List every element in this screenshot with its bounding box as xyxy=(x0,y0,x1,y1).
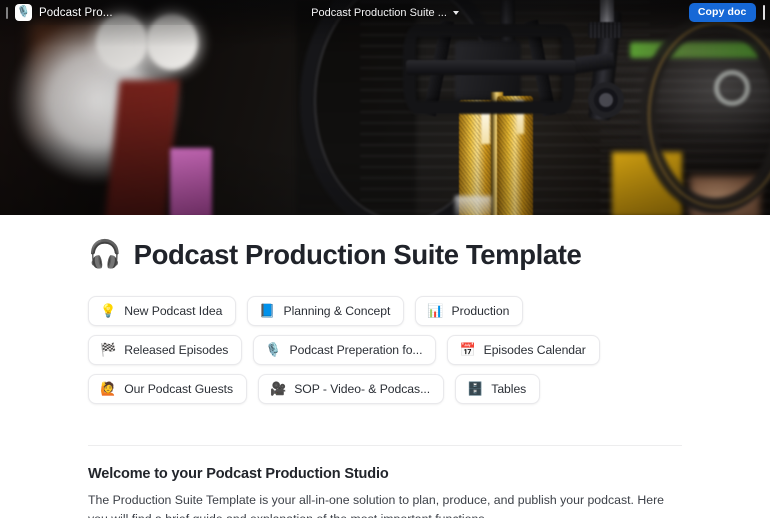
bar-chart-icon: 📊 xyxy=(427,303,444,319)
welcome-heading: Welcome to your Podcast Production Studi… xyxy=(88,465,389,482)
page-link-planning-concept[interactable]: 📘 Planning & Concept xyxy=(247,295,405,326)
document-body: 🎧 Podcast Production Suite Template 💡 Ne… xyxy=(0,215,770,518)
page-link-label: Released Episodes xyxy=(124,342,229,357)
calendar-icon: 📅 xyxy=(459,342,476,358)
page-link-label: New Podcast Idea xyxy=(124,303,223,318)
book-icon: 📘 xyxy=(259,303,276,319)
movie-camera-icon: 🎥 xyxy=(270,381,287,397)
lightbulb-icon: 💡 xyxy=(100,303,117,319)
sidebar-edge-handle[interactable] xyxy=(6,6,8,19)
welcome-paragraph: The Production Suite Template is your al… xyxy=(88,492,665,518)
section-divider xyxy=(88,444,682,446)
page-link-tables[interactable]: 🗄️ Tables xyxy=(455,373,541,404)
page-link-label: Episodes Calendar xyxy=(483,342,586,357)
page-link-label: SOP - Video- & Podcas... xyxy=(294,381,431,396)
page-link-label: Tables xyxy=(491,381,527,396)
app-window: 🎙️ Podcast Pro... Podcast Production Sui… xyxy=(0,0,770,518)
page-title: 🎧 Podcast Production Suite Template xyxy=(88,239,682,271)
page-link-sop-video-podcast[interactable]: 🎥 SOP - Video- & Podcas... xyxy=(258,373,445,404)
page-link-new-podcast-idea[interactable]: 💡 New Podcast Idea xyxy=(88,295,237,326)
document-title[interactable]: Podcast Production Suite ... xyxy=(311,7,447,19)
microphone-icon: 🎙️ xyxy=(265,342,282,358)
workspace-name[interactable]: Podcast Pro... xyxy=(39,7,113,19)
file-cabinet-icon: 🗄️ xyxy=(467,381,484,397)
checkered-flag-icon: 🏁 xyxy=(100,342,117,358)
page-link-label: Podcast Preperation fo... xyxy=(289,342,423,357)
page-link-our-podcast-guests[interactable]: 🙋 Our Podcast Guests xyxy=(88,373,248,404)
scrollbar-thumb[interactable] xyxy=(762,5,765,20)
page-link-production[interactable]: 📊 Production xyxy=(415,295,524,326)
page-link-label: Planning & Concept xyxy=(283,303,391,318)
document-title-menu: Podcast Production Suite ... xyxy=(0,0,770,25)
chevron-down-icon[interactable] xyxy=(452,10,459,15)
page-link-released-episodes[interactable]: 🏁 Released Episodes xyxy=(88,334,243,365)
page-links-grid: 💡 New Podcast Idea 📘 Planning & Concept … xyxy=(88,295,668,404)
page-link-label: Production xyxy=(451,303,510,318)
page-link-label: Our Podcast Guests xyxy=(124,381,234,396)
hero-cover-image xyxy=(0,0,770,215)
microphone-icon: 🎙️ xyxy=(15,4,32,21)
top-bar: 🎙️ Podcast Pro... Podcast Production Sui… xyxy=(0,0,770,25)
copy-doc-button[interactable]: Copy doc xyxy=(688,2,756,23)
person-icon: 🙋 xyxy=(100,381,117,397)
page-link-episodes-calendar[interactable]: 📅 Episodes Calendar xyxy=(447,334,600,365)
page-title-text: Podcast Production Suite Template xyxy=(133,239,582,270)
hero-banner xyxy=(0,0,770,215)
headphones-icon: 🎧 xyxy=(88,239,122,270)
page-link-podcast-preperation[interactable]: 🎙️ Podcast Preperation fo... xyxy=(253,334,437,365)
